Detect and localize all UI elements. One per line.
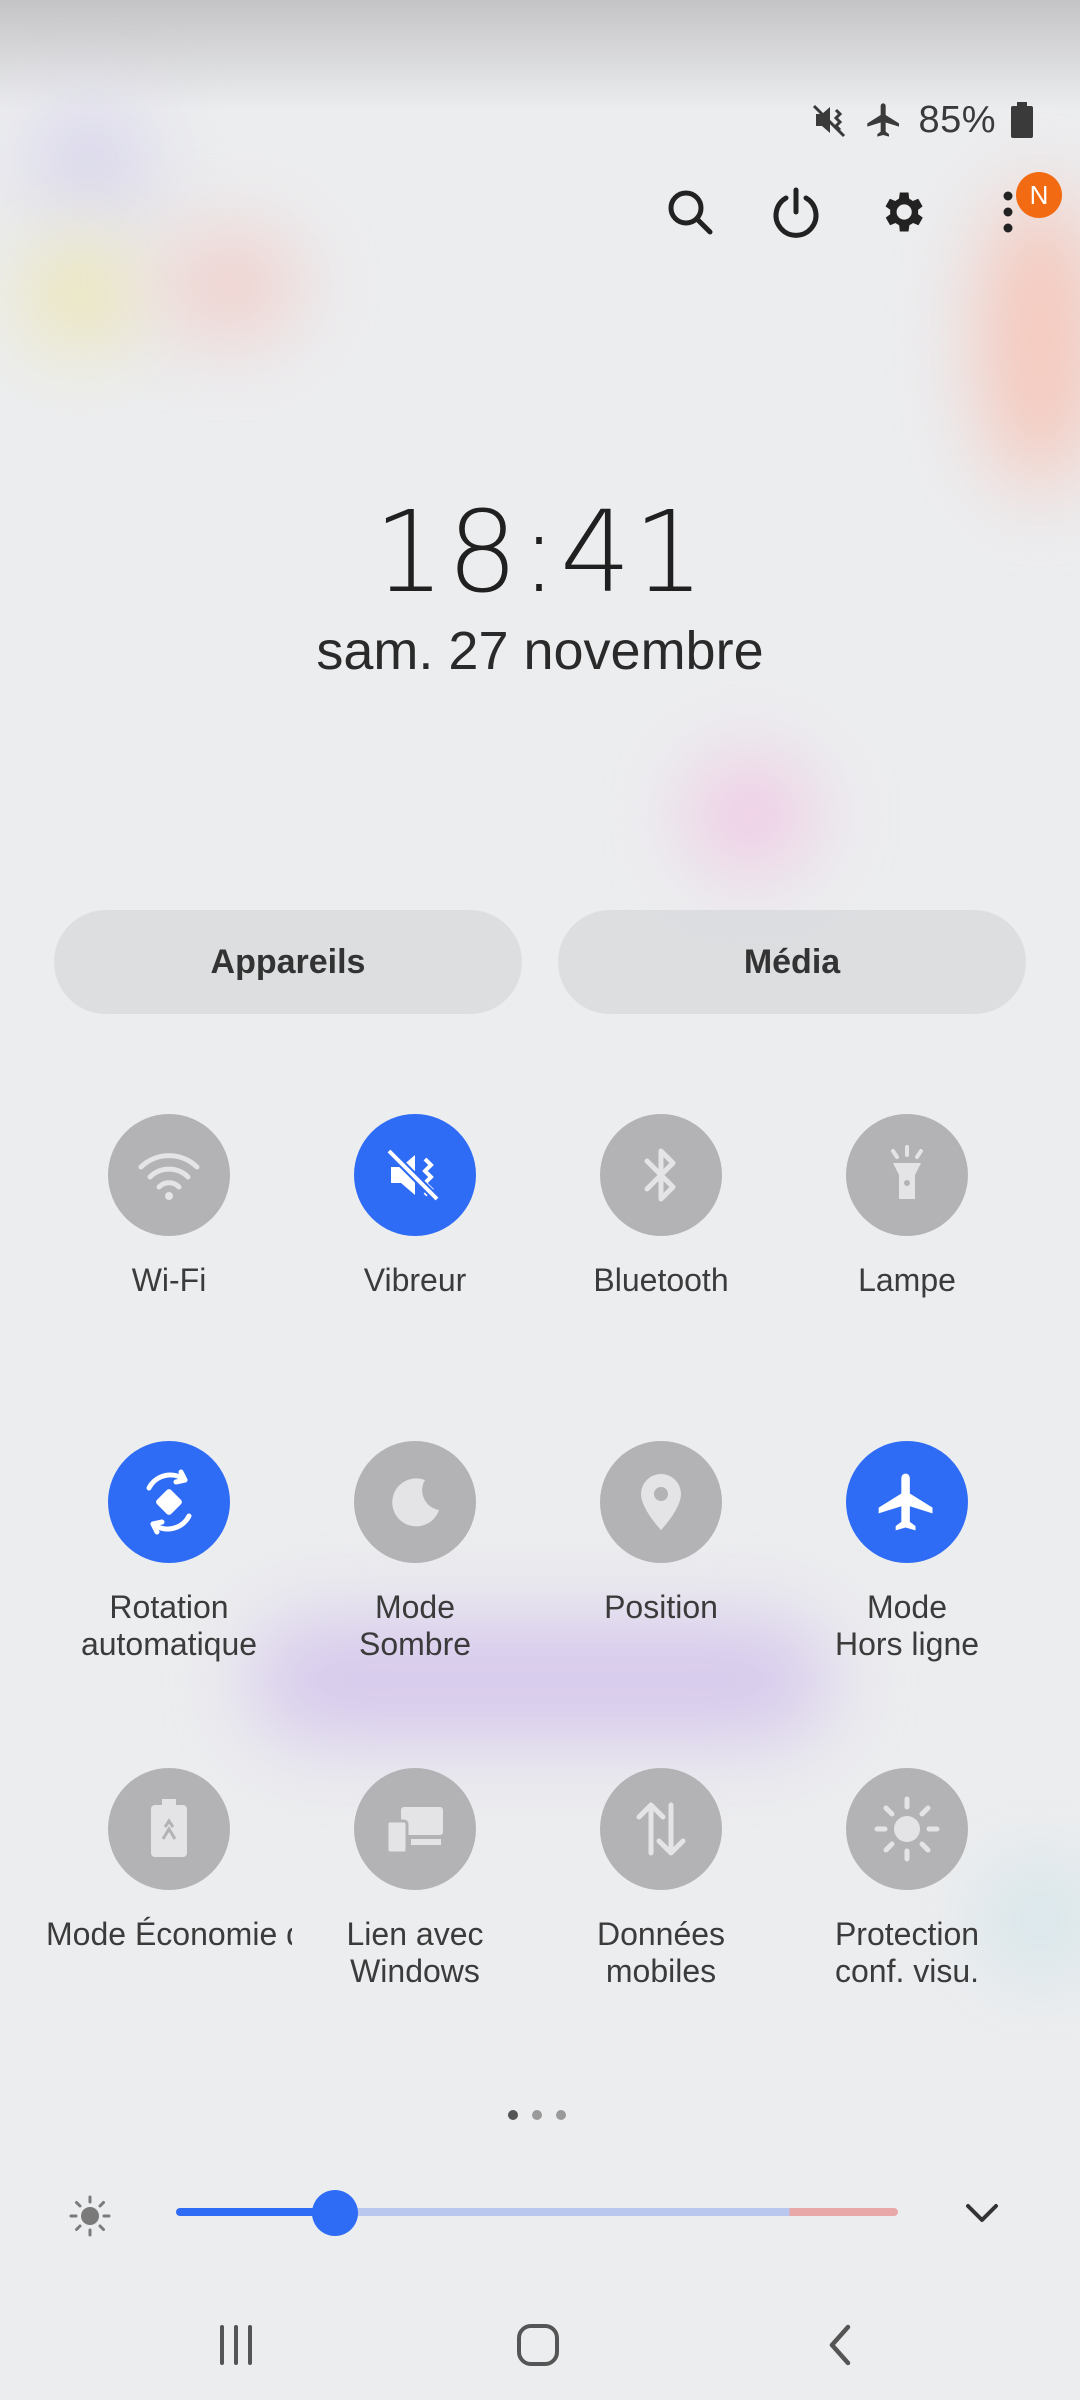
tile-auto-rotate[interactable]: Rotation automatique — [46, 1441, 292, 1663]
tile-vibrate[interactable]: Vibreur — [292, 1114, 538, 1299]
tile-wifi[interactable]: Wi-Fi — [46, 1114, 292, 1299]
bluetooth-icon — [644, 1148, 676, 1202]
tile-label: Mode Hors ligne — [834, 1589, 980, 1662]
tile-power-saving[interactable]: Mode Économie d'énergie — [46, 1768, 292, 1953]
page-dot — [556, 2110, 566, 2120]
home-button[interactable] — [458, 2290, 618, 2400]
mobile-data-toggle[interactable] — [600, 1768, 722, 1890]
back-button[interactable] — [760, 2290, 920, 2400]
page-dot — [508, 2110, 518, 2120]
tile-label: Position — [604, 1589, 718, 1625]
bg-blur — [690, 760, 810, 870]
tile-label: Protection conf. visu. — [834, 1916, 980, 1989]
more-options-icon — [1003, 191, 1013, 233]
chevron-down-icon — [966, 2204, 998, 2222]
tile-dark-mode[interactable]: Mode Sombre — [292, 1441, 538, 1663]
tile-label: Rotation automatique — [80, 1589, 258, 1662]
search-icon — [668, 190, 713, 235]
flashlight-toggle[interactable] — [846, 1114, 968, 1236]
battery-percentage: 85% — [918, 98, 996, 141]
tile-mobile-data[interactable]: Données mobiles — [538, 1768, 784, 1990]
vibrate-toggle[interactable] — [354, 1114, 476, 1236]
tile-label: Lampe — [858, 1262, 956, 1298]
airplane-icon — [864, 100, 904, 140]
tile-label: Lien avec Windows — [346, 1916, 484, 1989]
tile-label: Bluetooth — [593, 1262, 729, 1298]
battery-icon — [1010, 102, 1034, 138]
tile-label: Mode Sombre — [358, 1589, 472, 1662]
flashlight-icon — [891, 1145, 923, 1199]
moon-icon — [392, 1478, 439, 1527]
vibrate-mute-icon — [810, 100, 850, 140]
tile-label: Mode Économie d'énergie — [46, 1916, 292, 1952]
notification-badge: N — [1016, 172, 1062, 218]
tile-label: Données mobiles — [596, 1916, 726, 1989]
search-button[interactable] — [658, 176, 722, 248]
navigation-bar — [0, 2290, 1080, 2400]
page-indicator — [508, 2110, 566, 2120]
dark-mode-toggle[interactable] — [354, 1441, 476, 1563]
settings-icon — [885, 192, 923, 232]
bluetooth-toggle[interactable] — [600, 1114, 722, 1236]
power-icon — [773, 187, 819, 238]
battery-saver-icon — [151, 1799, 187, 1857]
auto-rotate-toggle[interactable] — [108, 1441, 230, 1563]
back-icon — [829, 2324, 851, 2366]
tile-label: Vibreur — [363, 1262, 467, 1298]
eye-comfort-icon — [874, 1796, 940, 1862]
tile-location[interactable]: Position — [538, 1441, 784, 1626]
recent-apps-icon — [220, 2325, 252, 2365]
link-windows-icon — [385, 1807, 443, 1855]
brightness-slider[interactable] — [176, 2208, 898, 2216]
bg-blur — [160, 230, 300, 340]
tile-flashlight[interactable]: Lampe — [784, 1114, 1030, 1299]
status-shade — [0, 0, 1080, 110]
page-dot — [532, 2110, 542, 2120]
power-saving-toggle[interactable] — [108, 1768, 230, 1890]
vibrate-mute-icon — [386, 1148, 440, 1202]
clock-date[interactable]: sam. 27 novembre — [0, 620, 1080, 682]
quick-panel-actions: N — [658, 172, 1062, 248]
airplane-icon — [878, 1473, 933, 1531]
airplane-mode-toggle[interactable] — [846, 1441, 968, 1563]
settings-button[interactable] — [870, 176, 934, 248]
bg-blur — [30, 100, 150, 220]
brightness-icon — [68, 2194, 112, 2243]
expand-panel-button[interactable] — [962, 2196, 1002, 2233]
eye-comfort-toggle[interactable] — [846, 1768, 968, 1890]
link-windows-toggle[interactable] — [354, 1768, 476, 1890]
location-toggle[interactable] — [600, 1441, 722, 1563]
devices-button[interactable]: Appareils — [54, 910, 522, 1014]
auto-rotate-icon — [146, 1469, 192, 1535]
home-icon — [517, 2324, 559, 2366]
bg-blur — [20, 240, 140, 350]
tile-eye-comfort[interactable]: Protection conf. visu. — [784, 1768, 1030, 1990]
brightness-slider-thumb[interactable] — [311, 2190, 358, 2236]
wifi-toggle[interactable] — [108, 1114, 230, 1236]
tile-bluetooth[interactable]: Bluetooth — [538, 1114, 784, 1299]
wifi-icon — [138, 1153, 200, 1200]
mobile-data-icon — [636, 1802, 686, 1856]
media-button[interactable]: Média — [558, 910, 1026, 1014]
tile-label: Wi-Fi — [131, 1262, 207, 1298]
status-bar: 85% — [810, 96, 1034, 144]
clock-time[interactable]: 18:41 — [0, 488, 1080, 618]
location-pin-icon — [641, 1474, 681, 1530]
tile-link-windows[interactable]: Lien avec Windows — [292, 1768, 538, 1990]
power-button[interactable] — [764, 176, 828, 248]
recent-apps-button[interactable] — [156, 2290, 316, 2400]
more-options-button[interactable]: N — [976, 172, 1062, 248]
tile-airplane-mode[interactable]: Mode Hors ligne — [784, 1441, 1030, 1663]
